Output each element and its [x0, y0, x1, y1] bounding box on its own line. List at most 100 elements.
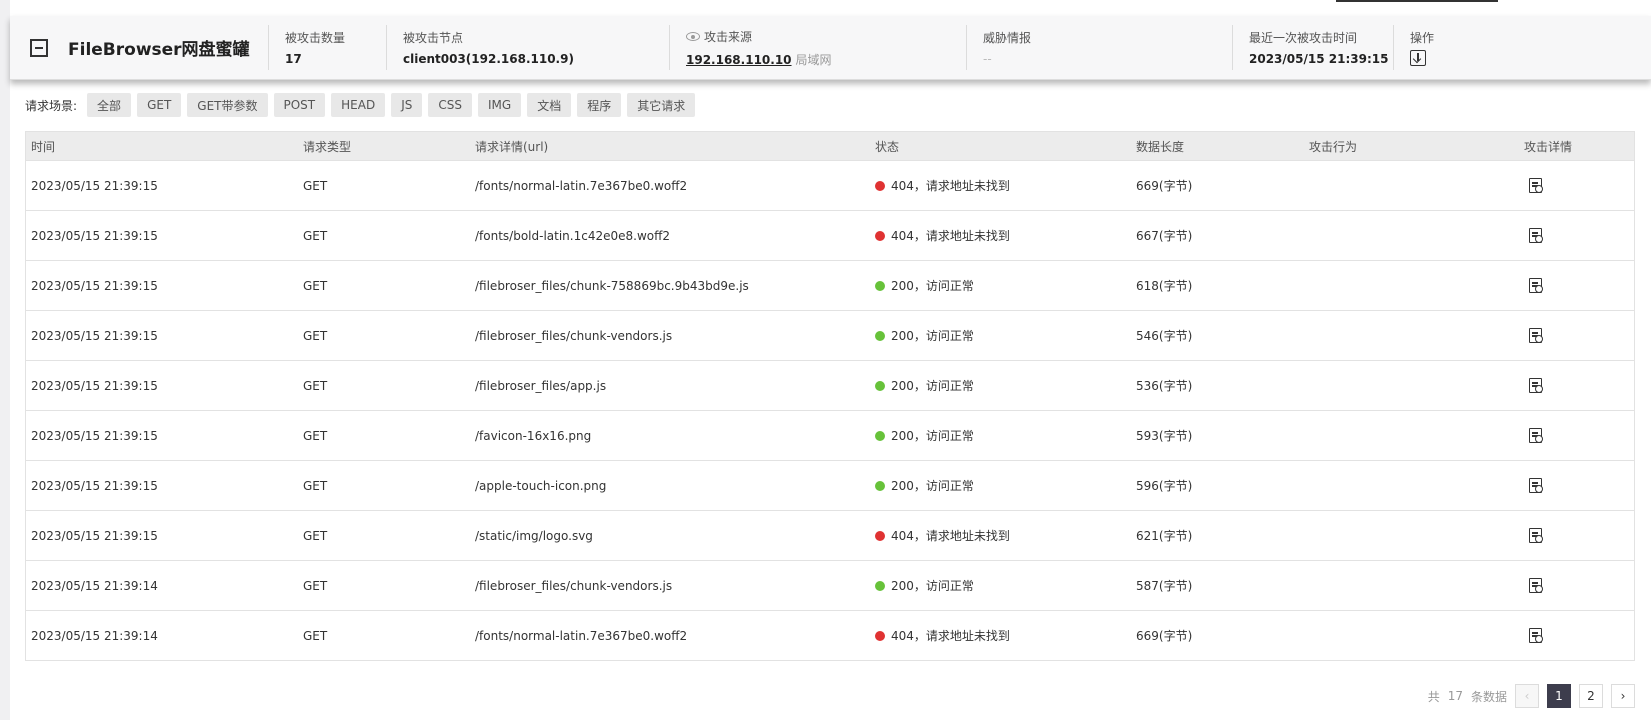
- status-text: 200，访问正常: [891, 329, 974, 343]
- cell-length: 587(字节): [1136, 579, 1193, 593]
- column-header-length: 数据长度: [1136, 139, 1185, 154]
- cell-time: 2023/05/15 21:39:14: [31, 628, 158, 643]
- filter-chip-js[interactable]: JS: [391, 93, 423, 117]
- status-dot-icon: [875, 380, 885, 391]
- status-text: 404，请求地址未找到: [891, 529, 1010, 543]
- status-text: 200，访问正常: [891, 429, 974, 443]
- status-text: 200，访问正常: [891, 379, 974, 393]
- filter-chip-img[interactable]: IMG: [477, 93, 522, 117]
- view-details-icon[interactable]: [1529, 228, 1543, 243]
- cell-length: 596(字节): [1136, 479, 1193, 493]
- filter-chip-all[interactable]: 全部: [87, 93, 132, 117]
- column-header-time: 时间: [31, 139, 56, 154]
- cell-url: /static/img/logo.svg: [475, 528, 593, 543]
- status-indicator: 404，请求地址未找到: [875, 527, 1131, 544]
- cell-time: 2023/05/15 21:39:14: [31, 578, 158, 593]
- view-details-icon[interactable]: [1529, 628, 1543, 643]
- view-details-icon[interactable]: [1529, 178, 1543, 193]
- status-indicator: 200，访问正常: [875, 327, 1131, 344]
- table-row: 2023/05/15 21:39:15 GET/filebroser_files/…: [26, 310, 1634, 360]
- cell-url: /filebroser_files/chunk-vendors.js: [475, 328, 673, 343]
- stat-label: 最近一次被攻击时间: [1249, 31, 1358, 45]
- filter-chip-other[interactable]: 其它请求: [627, 93, 696, 117]
- cell-details: [1519, 578, 1634, 593]
- next-page-icon[interactable]: ›: [1611, 684, 1635, 708]
- view-details-icon[interactable]: [1529, 378, 1543, 393]
- filter-chip-get-params[interactable]: GET带参数: [187, 93, 268, 117]
- table-row: 2023/05/15 21:39:14 GET/fonts/normal-lati…: [26, 610, 1634, 660]
- status-indicator: 404，请求地址未找到: [875, 627, 1131, 644]
- collapse-icon[interactable]: [30, 38, 48, 57]
- view-details-icon[interactable]: [1529, 278, 1543, 293]
- cell-method: GET: [303, 628, 328, 643]
- request-log-table: 时间 请求类型 请求详情(url) 状态 数据长度 攻击行为 攻击详情 2023…: [25, 131, 1635, 661]
- status-dot-icon: [875, 530, 885, 541]
- cell-url: /filebroser_files/chunk-vendors.js: [475, 578, 673, 593]
- view-details-icon[interactable]: [1529, 328, 1543, 343]
- cell-method: GET: [303, 178, 328, 193]
- status-dot-icon: [875, 430, 885, 441]
- cell-method: GET: [303, 528, 328, 543]
- status-text: 404，请求地址未找到: [891, 229, 1010, 243]
- cell-length: 669(字节): [1136, 629, 1193, 643]
- stat-threat-intel: 威胁情报 --: [966, 25, 1232, 70]
- status-dot-icon: [875, 180, 885, 191]
- honeypot-title: FileBrowser网盘蜜罐: [68, 40, 250, 60]
- column-header-method: 请求类型: [303, 139, 352, 154]
- status-indicator: 200，访问正常: [875, 427, 1131, 444]
- column-header-behavior: 攻击行为: [1309, 139, 1358, 154]
- cell-status: 404，请求地址未找到: [870, 627, 1131, 644]
- table-row: 2023/05/15 21:39:15 GET/favicon-16x16.png…: [26, 410, 1634, 460]
- cell-time: 2023/05/15 21:39:15: [31, 228, 158, 243]
- total-suffix: 条数据: [1470, 689, 1507, 704]
- network-type: 局域网: [795, 52, 832, 67]
- cell-details: [1519, 478, 1634, 493]
- page-button-2[interactable]: 2: [1579, 684, 1603, 708]
- filter-chip-get[interactable]: GET: [137, 93, 182, 117]
- cell-method: GET: [303, 328, 328, 343]
- download-icon[interactable]: [1410, 50, 1426, 66]
- view-details-icon[interactable]: [1529, 578, 1543, 593]
- cell-details: [1519, 428, 1634, 443]
- cell-method: GET: [303, 228, 328, 243]
- status-text: 200，访问正常: [891, 279, 974, 293]
- stat-label: 操作: [1410, 31, 1435, 45]
- total-count: 17: [1447, 689, 1463, 703]
- table-row: 2023/05/15 21:39:15 GET/fonts/bold-latin.…: [26, 210, 1634, 260]
- cell-length: 618(字节): [1136, 279, 1193, 293]
- status-indicator: 200，访问正常: [875, 577, 1131, 594]
- cell-details: [1519, 528, 1634, 543]
- cell-length: 667(字节): [1136, 229, 1193, 243]
- view-details-icon[interactable]: [1529, 528, 1543, 543]
- cell-time: 2023/05/15 21:39:15: [31, 528, 158, 543]
- page-button-1[interactable]: 1: [1547, 684, 1571, 708]
- filter-chip-css[interactable]: CSS: [428, 93, 472, 117]
- cell-details: [1519, 228, 1634, 243]
- status-indicator: 404，请求地址未找到: [875, 227, 1131, 244]
- status-indicator: 404，请求地址未找到: [875, 177, 1131, 194]
- cell-time: 2023/05/15 21:39:15: [31, 278, 158, 293]
- stat-attacked-node: 被攻击节点 client003(192.168.110.9): [386, 25, 669, 70]
- pagination: 共 17 条数据 ‹ 1 2 ›: [1428, 684, 1635, 708]
- column-header-url: 请求详情(url): [475, 139, 549, 154]
- eye-icon[interactable]: [686, 31, 700, 41]
- prev-page-icon[interactable]: ‹: [1515, 684, 1539, 708]
- cell-method: GET: [303, 478, 328, 493]
- cell-status: 200，访问正常: [870, 477, 1131, 494]
- filter-chip-post[interactable]: POST: [273, 93, 326, 117]
- filter-chip-document[interactable]: 文档: [527, 93, 572, 117]
- attack-source-ip-link[interactable]: 192.168.110.10: [686, 53, 792, 67]
- filter-chip-head[interactable]: HEAD: [331, 93, 386, 117]
- view-details-icon[interactable]: [1529, 478, 1543, 493]
- cell-status: 200，访问正常: [870, 377, 1131, 394]
- cell-status: 200，访问正常: [870, 427, 1131, 444]
- cell-url: /apple-touch-icon.png: [475, 478, 607, 493]
- stat-label: 攻击来源: [686, 28, 966, 45]
- cell-url: /fonts/bold-latin.1c42e0e8.woff2: [475, 228, 671, 243]
- cell-status: 404，请求地址未找到: [870, 227, 1131, 244]
- status-dot-icon: [875, 330, 885, 341]
- view-details-icon[interactable]: [1529, 428, 1543, 443]
- status-dot-icon: [875, 480, 885, 491]
- filter-chip-program[interactable]: 程序: [577, 93, 622, 117]
- stat-attack-count: 被攻击数量 17: [268, 25, 386, 70]
